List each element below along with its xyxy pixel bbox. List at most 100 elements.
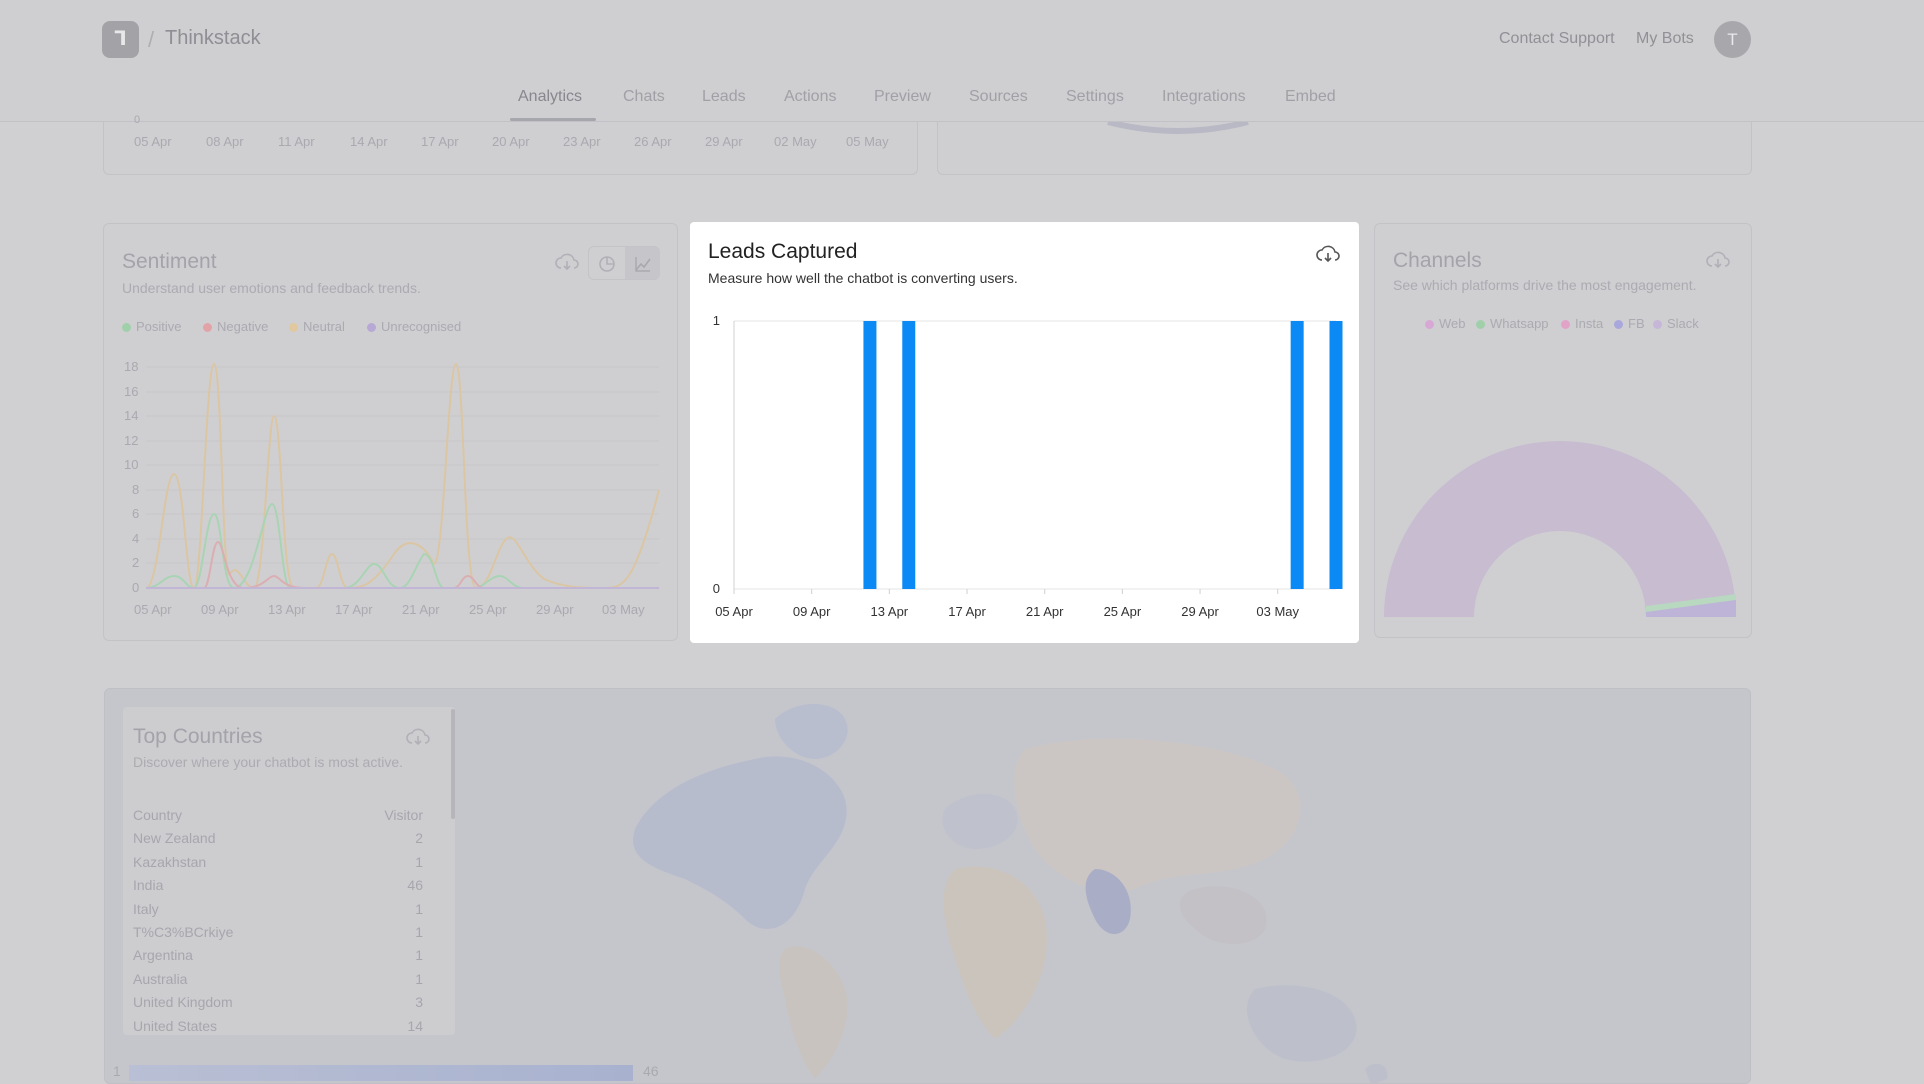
tab-embed[interactable]: Embed xyxy=(1285,88,1336,106)
visitor-count: 14 xyxy=(407,1018,423,1034)
table-row[interactable]: Australia 1 xyxy=(133,971,423,987)
my-bots-link[interactable]: My Bots xyxy=(1636,30,1694,48)
tab-settings[interactable]: Settings xyxy=(1066,88,1124,106)
active-tab-indicator xyxy=(510,118,596,121)
channels-card: Channels See which platforms drive the m… xyxy=(1374,223,1752,638)
sentiment-card: Sentiment Understand user emotions and f… xyxy=(103,223,678,641)
x-tick: 17 Apr xyxy=(335,602,373,617)
visitor-count: 46 xyxy=(407,877,423,893)
country-name: Italy xyxy=(133,901,159,917)
tab-preview[interactable]: Preview xyxy=(874,88,931,106)
scale-max-label: 46 xyxy=(643,1063,659,1079)
table-row[interactable]: Italy 1 xyxy=(133,901,423,917)
x-tick: 14 Apr xyxy=(350,134,388,149)
channels-gauge-chart xyxy=(1384,441,1736,617)
x-tick: 03 May xyxy=(602,602,645,617)
visitor-count: 1 xyxy=(415,947,423,963)
visitor-count: 1 xyxy=(415,924,423,940)
x-tick-label: 21 Apr xyxy=(1026,604,1064,619)
x-tick: 08 Apr xyxy=(206,134,244,149)
sentiment-line-chart xyxy=(145,362,660,590)
table-row[interactable]: United Kingdom 3 xyxy=(133,994,423,1010)
y-tick: 18 xyxy=(124,359,139,374)
tab-chats[interactable]: Chats xyxy=(623,88,665,106)
bar xyxy=(1290,321,1304,589)
y-tick: 12 xyxy=(124,433,139,448)
tab-leads[interactable]: Leads xyxy=(702,88,746,106)
country-name: United Kingdom xyxy=(133,994,233,1010)
world-map xyxy=(633,704,1388,1083)
table-row[interactable]: New Zealand 2 xyxy=(133,830,423,846)
x-tick: 20 Apr xyxy=(492,134,530,149)
user-avatar[interactable]: T xyxy=(1714,21,1751,58)
x-tick-label: 13 Apr xyxy=(871,604,909,619)
y-tick: 6 xyxy=(132,506,140,521)
donut-fragment xyxy=(1107,122,1249,134)
x-tick: 02 May xyxy=(774,134,817,149)
countries-title: Top Countries xyxy=(133,725,263,748)
tab-integrations[interactable]: Integrations xyxy=(1162,88,1246,106)
country-name: New Zealand xyxy=(133,830,216,846)
countries-scrollbar[interactable] xyxy=(451,709,455,819)
leads-bar-chart: 0 1 05 Apr 09 Apr 13 Apr 17 Apr 21 Apr 25 Apr 29… xyxy=(713,313,1343,619)
x-tick: 05 Apr xyxy=(134,602,172,617)
x-tick-label: 09 Apr xyxy=(793,604,831,619)
table-row[interactable]: T%C3%BCrkiye 1 xyxy=(133,924,423,940)
x-tick: 23 Apr xyxy=(563,134,601,149)
y-tick-label: 0 xyxy=(713,581,720,596)
country-name: T%C3%BCrkiye xyxy=(133,924,234,940)
col-visitor: Visitor xyxy=(384,807,423,823)
bar xyxy=(902,321,916,589)
cloud-download-icon[interactable] xyxy=(405,725,431,751)
top-countries-card: Top Countries Discover where your chatbo… xyxy=(104,688,1751,1084)
tab-sources[interactable]: Sources xyxy=(969,88,1028,106)
table-row[interactable]: Kazakhstan 1 xyxy=(133,854,423,870)
visitor-count: 1 xyxy=(415,854,423,870)
country-name: United States xyxy=(133,1018,218,1034)
country-name: Argentina xyxy=(133,947,193,963)
y-tick-label: 1 xyxy=(713,313,720,328)
x-tick: 29 Apr xyxy=(536,602,574,617)
breadcrumb-separator: / xyxy=(148,27,155,52)
top-header: ᒣ / Thinkstack Contact Support My Bots T… xyxy=(0,0,1924,122)
bar xyxy=(863,321,877,589)
y-tick: 16 xyxy=(124,384,139,399)
x-tick: 21 Apr xyxy=(402,602,440,617)
tab-analytics[interactable]: Analytics xyxy=(518,88,582,106)
bar xyxy=(1329,321,1343,589)
x-tick-label: 29 Apr xyxy=(1181,604,1219,619)
visitor-count: 2 xyxy=(415,830,423,846)
col-country: Country xyxy=(133,807,183,823)
top-chart-zero-tick: 0 xyxy=(134,114,141,126)
top-chart-card: 0 05 Apr 08 Apr 11 Apr 14 Apr 17 Apr 20 … xyxy=(103,114,918,175)
contact-support-link[interactable]: Contact Support xyxy=(1499,30,1615,48)
top-donut-card xyxy=(937,122,1752,175)
x-tick: 13 Apr xyxy=(268,602,306,617)
y-tick: 4 xyxy=(132,531,140,546)
table-row[interactable]: United States 14 xyxy=(133,1018,423,1034)
thinkstack-logo-icon[interactable]: ᒣ xyxy=(102,21,139,58)
x-tick: 25 Apr xyxy=(469,602,507,617)
y-tick: 14 xyxy=(124,408,139,423)
color-scale-bar xyxy=(129,1065,633,1081)
country-name: Kazakhstan xyxy=(133,854,207,870)
y-tick: 0 xyxy=(132,580,140,595)
app-name[interactable]: Thinkstack xyxy=(165,27,261,50)
x-tick-label: 25 Apr xyxy=(1104,604,1142,619)
x-tick: 17 Apr xyxy=(421,134,459,149)
countries-subtitle: Discover where your chatbot is most acti… xyxy=(133,754,403,770)
leads-captured-card: Leads Captured Measure how well the chat… xyxy=(690,222,1359,643)
y-tick: 8 xyxy=(132,482,140,497)
x-tick: 29 Apr xyxy=(705,134,743,149)
x-tick: 05 Apr xyxy=(134,134,172,149)
table-row[interactable]: Argentina 1 xyxy=(133,947,423,963)
x-tick: 26 Apr xyxy=(634,134,672,149)
x-tick: 09 Apr xyxy=(201,602,239,617)
visitor-count: 1 xyxy=(415,971,423,987)
tab-actions[interactable]: Actions xyxy=(784,88,836,106)
country-name: India xyxy=(133,877,164,893)
table-row[interactable]: India 46 xyxy=(133,877,423,893)
countries-list-panel: Top Countries Discover where your chatbo… xyxy=(123,707,455,1035)
x-tick-label: 05 Apr xyxy=(715,604,753,619)
x-tick: 11 Apr xyxy=(278,134,315,149)
